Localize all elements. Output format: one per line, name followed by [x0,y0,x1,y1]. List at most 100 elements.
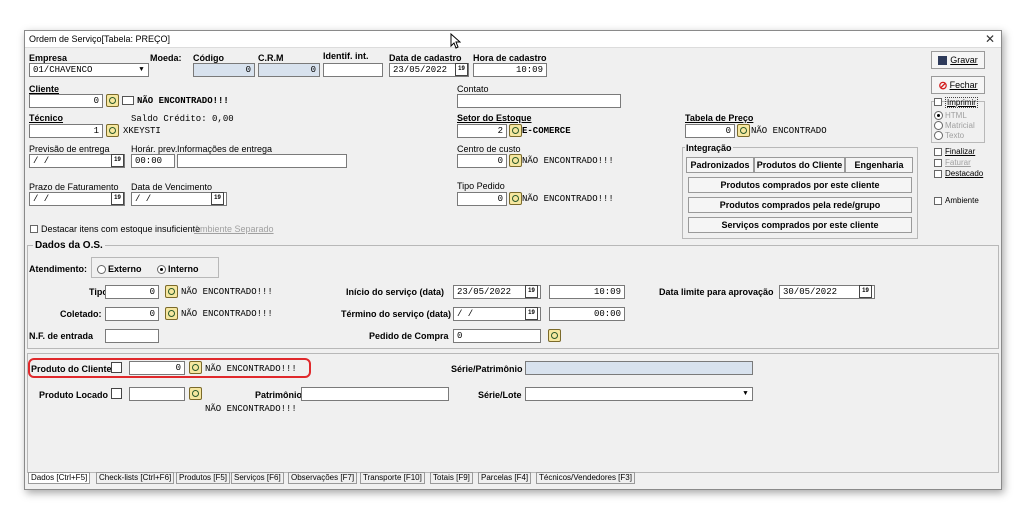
texto-label: Texto [945,131,965,140]
search-icon[interactable] [509,154,522,167]
search-icon[interactable] [737,124,750,137]
tab-dados[interactable]: Dados [Ctrl+F5] [28,472,91,484]
servicos-comprados-button[interactable]: Serviços comprados por este cliente [688,217,912,233]
html-option[interactable]: HTML [934,111,967,121]
tab-check-lists[interactable]: Check-lists [Ctrl+F6] [96,472,175,484]
gravar-button[interactable]: Gravar [931,51,985,69]
patrimonio-label: Patrimônio [255,390,303,400]
calendar-icon[interactable]: 19 [525,285,538,298]
finalizar-label: Finalizar [945,147,976,156]
search-icon[interactable] [548,329,561,342]
tecnico-field[interactable]: 1 [29,124,103,138]
tab-engenharia[interactable]: Engenharia [845,157,913,173]
hora-cadastro-field[interactable]: 10:09 [473,63,547,77]
nf-entrada-field[interactable] [105,329,159,343]
data-cadastro-label: Data de cadastro [389,53,462,63]
search-icon[interactable] [106,124,119,137]
produto-cliente-field[interactable]: 0 [129,361,185,375]
chevron-down-icon[interactable]: ▼ [739,388,752,400]
horario-previsto-field[interactable]: 00:00 [131,154,175,168]
finalizar-checkbox[interactable] [934,148,942,156]
gravar-label: Gravar [950,55,978,65]
tabela-preco-label: Tabela de Preço [685,113,754,123]
calendar-icon[interactable]: 19 [455,63,468,76]
tab-padronizados[interactable]: Padronizados [686,157,754,173]
texto-option[interactable]: Texto [934,131,965,141]
ambiente-checkbox[interactable] [934,197,942,205]
coletado-status: NÃO ENCONTRADO!!! [181,309,273,319]
tipo-status: NÃO ENCONTRADO!!! [181,287,273,297]
externo-radio[interactable]: Externo [97,264,142,275]
produto-locado-label: Produto Locado [39,390,108,400]
serie-lote-select[interactable]: ▼ [525,387,753,401]
product-icon[interactable] [111,388,122,399]
codigo-field[interactable]: 0 [193,63,255,77]
imprimir-checkbox[interactable] [934,98,942,106]
tab-transporte[interactable]: Transporte [F10] [360,472,425,484]
chevron-down-icon[interactable]: ▼ [135,64,148,76]
destacar-checkbox[interactable] [30,225,38,233]
crm-field[interactable]: 0 [258,63,320,77]
search-icon[interactable] [509,124,522,137]
tab-servicos[interactable]: Serviços [F6] [231,472,284,484]
calendar-icon[interactable]: 19 [525,307,538,320]
faturar-checkbox[interactable] [934,159,942,167]
tipo-pedido-field[interactable]: 0 [457,192,507,206]
ambiente-label: Ambiente [945,196,979,205]
inicio-hora-field[interactable]: 10:09 [549,285,625,299]
centro-custo-field[interactable]: 0 [457,154,507,168]
cliente-field[interactable]: 0 [29,94,103,108]
termino-hora-field[interactable]: 00:00 [549,307,625,321]
calendar-icon[interactable]: 19 [211,192,224,205]
calendar-icon[interactable]: 19 [859,285,872,298]
tab-produtos[interactable]: Produtos [F5] [176,472,231,484]
info-entrega-label: Informações de entrega [177,144,273,154]
destacado-checkbox[interactable] [934,170,942,178]
imprimir-label: Imprimir [945,97,978,108]
setor-name: E-COMERCE [522,126,571,136]
tab-totais[interactable]: Totais [F9] [430,472,473,484]
centro-custo-label: Centro de custo [457,144,521,154]
produto-locado-status: NÃO ENCONTRADO!!! [205,404,297,414]
centro-custo-status: NÃO ENCONTRADO!!! [522,156,614,166]
contato-field[interactable] [457,94,621,108]
identif-field[interactable] [323,63,383,77]
saldo-credito: Saldo Crédito: 0,00 [131,114,234,124]
serie-patrimonio-field[interactable] [525,361,753,375]
interno-radio[interactable]: Interno [157,264,199,275]
tab-produtos-cliente[interactable]: Produtos do Cliente [754,157,845,173]
calendar-icon[interactable]: 19 [111,154,124,167]
matricial-option[interactable]: Matricial [934,121,975,131]
search-icon[interactable] [165,307,178,320]
card-icon[interactable] [122,96,134,105]
search-icon[interactable] [189,361,202,374]
patrimonio-field[interactable] [301,387,449,401]
fechar-button[interactable]: ⊘ Fechar [931,76,985,94]
tab-parcelas[interactable]: Parcelas [F4] [478,472,532,484]
info-entrega-field[interactable] [177,154,347,168]
search-icon[interactable] [189,387,202,400]
search-icon[interactable] [106,94,119,107]
ambiente-separado-link[interactable]: Ambiente Separado [194,224,274,234]
produtos-comprados-cliente-button[interactable]: Produtos comprados por este cliente [688,177,912,193]
pedido-compra-field[interactable]: 0 [453,329,541,343]
faturar-label: Faturar [945,158,971,167]
calendar-icon[interactable]: 19 [111,192,124,205]
tipo-field[interactable]: 0 [105,285,159,299]
tab-observacoes[interactable]: Observações [F7] [288,472,358,484]
moeda-label: Moeda: [150,53,182,63]
empresa-select[interactable]: 01/CHAVENCO ▼ [29,63,149,77]
search-icon[interactable] [165,285,178,298]
search-icon[interactable] [509,192,522,205]
product-icon[interactable] [111,362,122,373]
setor-field[interactable]: 2 [457,124,507,138]
coletado-field[interactable]: 0 [105,307,159,321]
close-icon[interactable]: ✕ [985,32,995,46]
produto-locado-field[interactable] [129,387,185,401]
tabela-preco-field[interactable]: 0 [685,124,735,138]
tab-tecnicos-vendedores[interactable]: Técnicos/Vendedores [F3] [536,472,635,484]
produtos-comprados-rede-button[interactable]: Produtos comprados pela rede/grupo [688,197,912,213]
tabela-preco-status: NÃO ENCONTRADO [751,126,827,136]
cliente-label: Cliente [29,84,60,94]
prazo-faturamento-label: Prazo de Faturamento [29,182,119,192]
